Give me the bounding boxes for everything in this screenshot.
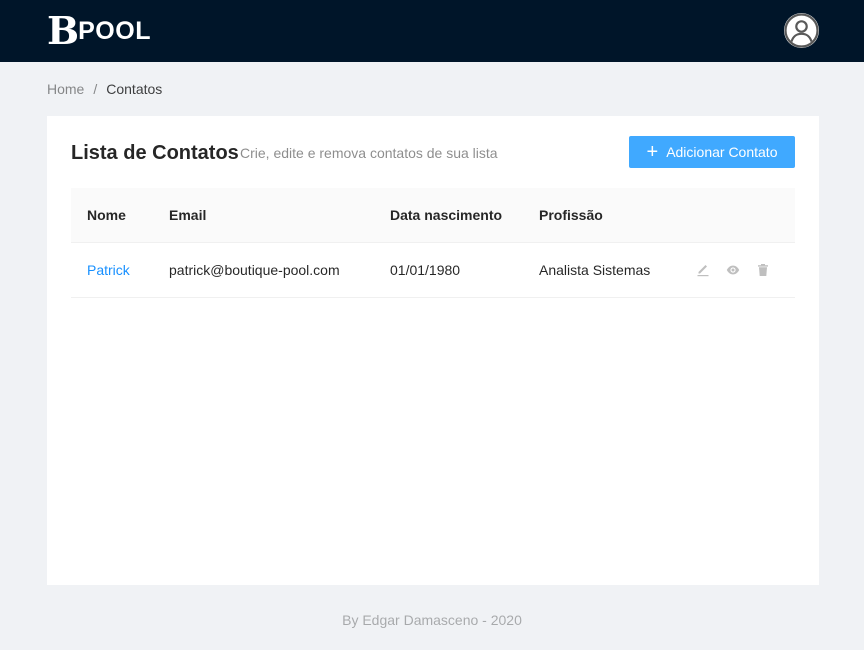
page-title: Lista de Contatos (71, 142, 239, 164)
plus-icon: + (646, 141, 659, 163)
logo-text-pool: POOL (78, 17, 151, 45)
footer-credits: By Edgar Damasceno - 2020 (342, 612, 522, 628)
trash-icon[interactable] (755, 262, 771, 278)
eye-icon[interactable] (725, 262, 741, 278)
contact-email: patrick@boutique-pool.com (169, 262, 340, 278)
user-circle-icon (784, 13, 819, 48)
column-header-email: Email (169, 207, 207, 223)
table-row: Patrick patrick@boutique-pool.com 01/01/… (71, 243, 795, 298)
breadcrumb-current: Contatos (106, 81, 163, 97)
edit-icon[interactable] (695, 262, 711, 278)
contact-name-link[interactable]: Patrick (87, 261, 130, 279)
column-header-data-nascimento: Data nascimento (390, 207, 503, 223)
breadcrumb: Home / Contatos (47, 80, 162, 98)
add-contact-button[interactable]: + Adicionar Contato (629, 136, 795, 168)
contact-birthdate: 01/01/1980 (390, 262, 461, 278)
contacts-table: Nome Email Data nascimento Profissão Pat… (71, 188, 795, 298)
page-subtitle: Crie, edite e remova contatos de sua lis… (240, 145, 498, 161)
logo-letter-b: B (47, 8, 79, 53)
table-header-row: Nome Email Data nascimento Profissão (71, 188, 795, 243)
top-navbar: B POOL (0, 0, 864, 62)
row-actions (695, 262, 785, 278)
contacts-card: Lista de Contatos Crie, edite e remova c… (47, 116, 819, 585)
column-header-profissao: Profissão (539, 207, 603, 223)
contact-profession: Analista Sistemas (539, 262, 651, 278)
breadcrumb-home-link[interactable]: Home (47, 80, 84, 98)
bpool-logo[interactable]: B POOL (47, 8, 151, 53)
breadcrumb-separator: / (93, 81, 98, 97)
column-header-nome: Nome (87, 207, 126, 223)
add-contact-label: Adicionar Contato (666, 144, 778, 160)
user-avatar-button[interactable] (784, 13, 819, 48)
